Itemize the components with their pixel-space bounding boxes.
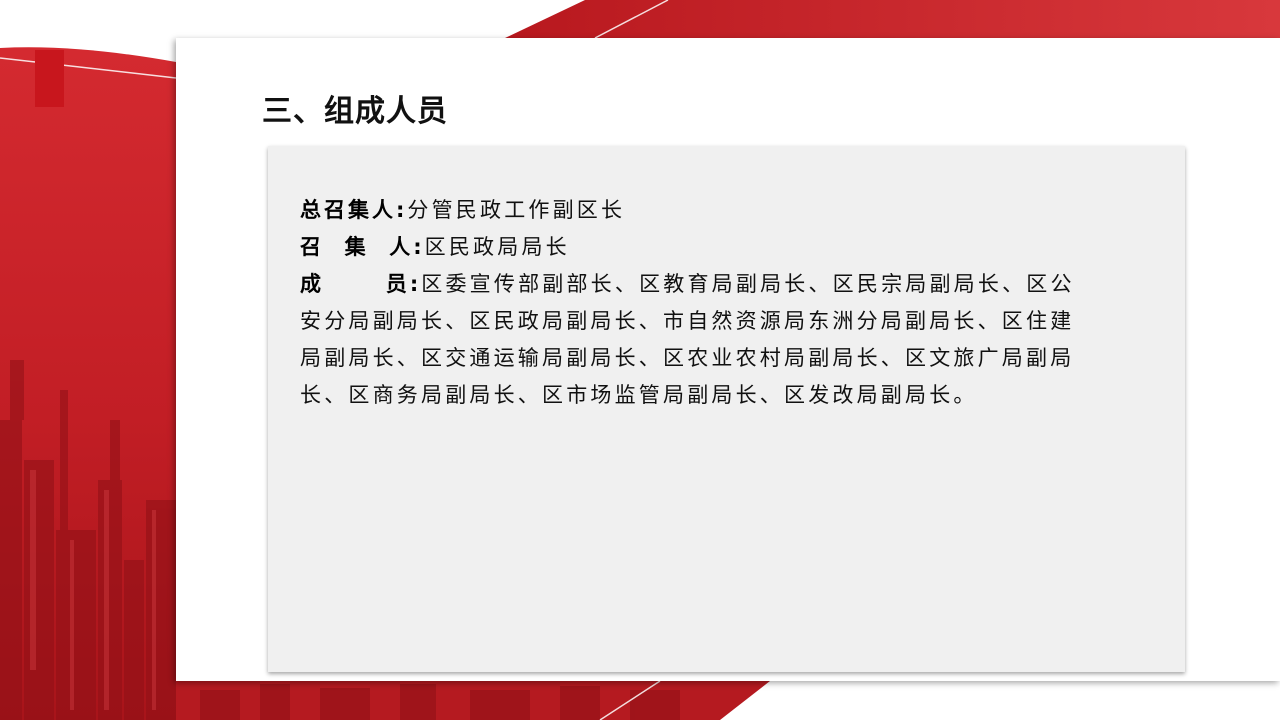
lead-convener-value: 分管民政工作副区长	[407, 198, 626, 222]
lead-convener-label: 总召集人:	[300, 198, 408, 222]
accent-block	[35, 50, 64, 107]
member-label: 成 员:	[300, 272, 422, 296]
lead-convener-line: 总召集人:分管民政工作副区长	[300, 192, 1080, 229]
page-title: 三、组成人员	[262, 94, 448, 129]
convener-line: 召 集 人:区民政局局长	[300, 229, 1080, 266]
members-text: 总召集人:分管民政工作副区长 召 集 人:区民政局局长 成 员:区委宣传部副部长…	[300, 192, 1080, 414]
convener-label: 召 集 人:	[300, 235, 425, 259]
convener-value: 区民政局局长	[424, 235, 570, 259]
member-line: 成 员:区委宣传部副部长、区教育局副局长、区民宗局副局长、区公安分局副局长、区民…	[300, 266, 1080, 414]
slide: 三、组成人员 总召集人:分管民政工作副区长 召 集 人:区民政局局长 成 员:区…	[0, 0, 1280, 720]
